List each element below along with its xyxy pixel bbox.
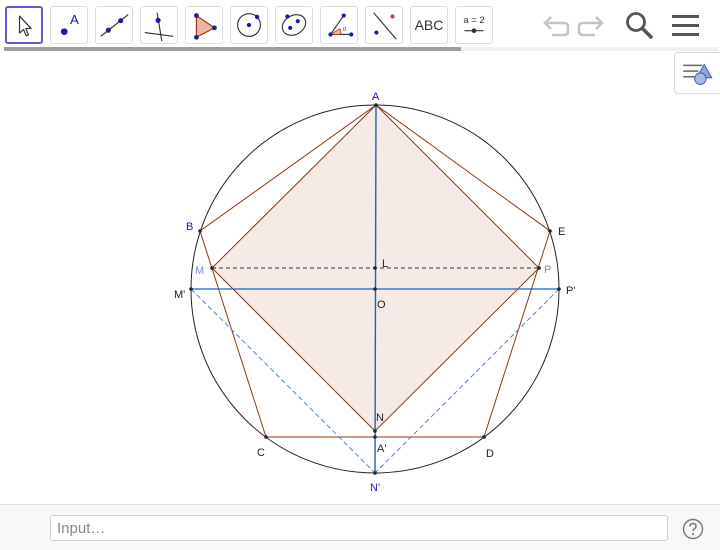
arrow-cursor-icon xyxy=(18,15,32,37)
style-bar-icon xyxy=(683,63,713,85)
polygon-icon xyxy=(194,13,217,40)
point-A[interactable] xyxy=(374,103,378,107)
svg-text:α: α xyxy=(343,26,347,33)
point-tool-button[interactable]: A xyxy=(50,6,88,44)
point-N[interactable] xyxy=(373,429,377,433)
line-through-points-icon xyxy=(100,14,129,37)
label-N: N xyxy=(376,412,384,424)
search-button[interactable] xyxy=(621,8,657,44)
label-B: B xyxy=(186,221,193,233)
point-O[interactable] xyxy=(373,287,377,291)
angle-tool-button[interactable]: α xyxy=(320,6,358,44)
style-bar-toggle-button[interactable] xyxy=(674,52,720,94)
input-bar xyxy=(0,504,720,550)
polygon-tool-button[interactable] xyxy=(185,6,223,44)
ellipse-icon xyxy=(281,14,307,36)
undo-icon xyxy=(543,16,570,37)
label-M: M xyxy=(195,265,204,277)
text-icon: ABC xyxy=(414,17,444,33)
point-C[interactable] xyxy=(264,435,268,439)
label-L: L xyxy=(382,258,388,270)
point-L[interactable] xyxy=(373,266,377,270)
label-D: D xyxy=(486,448,494,460)
point-D[interactable] xyxy=(482,435,486,439)
construction-canvas[interactable]: A B C D E M P M' P' N N' O L A' xyxy=(0,52,720,504)
perpendicular-tool-button[interactable] xyxy=(140,6,178,44)
redo-button[interactable] xyxy=(574,8,610,44)
search-icon xyxy=(626,12,653,39)
point-B[interactable] xyxy=(198,229,202,233)
undo-button[interactable] xyxy=(537,8,573,44)
label-E: E xyxy=(558,226,565,238)
toolbar-scrollbar[interactable] xyxy=(4,47,718,51)
toolbar: A α ABC a = 2 xyxy=(0,0,720,46)
perpendicular-line-icon xyxy=(144,12,174,42)
graphics-view[interactable]: A B C D E M P M' P' N N' O L A' xyxy=(0,52,720,504)
circle-center-point-icon xyxy=(237,13,261,37)
line-tool-button[interactable] xyxy=(95,6,133,44)
point-tool-label: A xyxy=(70,12,79,27)
reflect-tool-button[interactable] xyxy=(365,6,403,44)
label-A: A xyxy=(372,91,380,103)
menu-icon xyxy=(672,15,699,36)
help-icon xyxy=(682,518,704,540)
circle-tool-button[interactable] xyxy=(230,6,268,44)
label-P-prime: P' xyxy=(566,285,575,297)
label-M-prime: M' xyxy=(174,289,185,301)
point-A-prime[interactable] xyxy=(373,435,377,439)
label-C: C xyxy=(257,447,265,459)
point-M-prime[interactable] xyxy=(189,287,193,291)
redo-icon xyxy=(577,16,604,37)
slider-tool-button[interactable]: a = 2 xyxy=(455,6,493,44)
point-N-prime[interactable] xyxy=(373,471,377,475)
toolbar-scrollbar-thumb[interactable] xyxy=(4,47,461,51)
label-A-prime: A' xyxy=(377,443,386,455)
slider-tool-label: a = 2 xyxy=(463,15,484,26)
reflect-about-line-icon xyxy=(373,12,397,40)
move-tool-button[interactable] xyxy=(5,6,43,44)
input-help-button[interactable] xyxy=(682,518,704,540)
ellipse-tool-button[interactable] xyxy=(275,6,313,44)
point-M[interactable] xyxy=(210,266,214,270)
point-E[interactable] xyxy=(548,229,552,233)
label-O: O xyxy=(377,299,386,311)
label-P: P xyxy=(544,264,551,276)
point-P[interactable] xyxy=(537,266,541,270)
algebra-input-field[interactable] xyxy=(50,515,668,541)
angle-icon: α xyxy=(328,13,354,37)
label-N-prime: N' xyxy=(370,482,380,494)
point-P-prime[interactable] xyxy=(557,287,561,291)
point-icon: A xyxy=(60,12,79,35)
text-tool-button[interactable]: ABC xyxy=(410,6,448,44)
slider-icon: a = 2 xyxy=(463,15,485,34)
menu-button[interactable] xyxy=(668,8,704,44)
